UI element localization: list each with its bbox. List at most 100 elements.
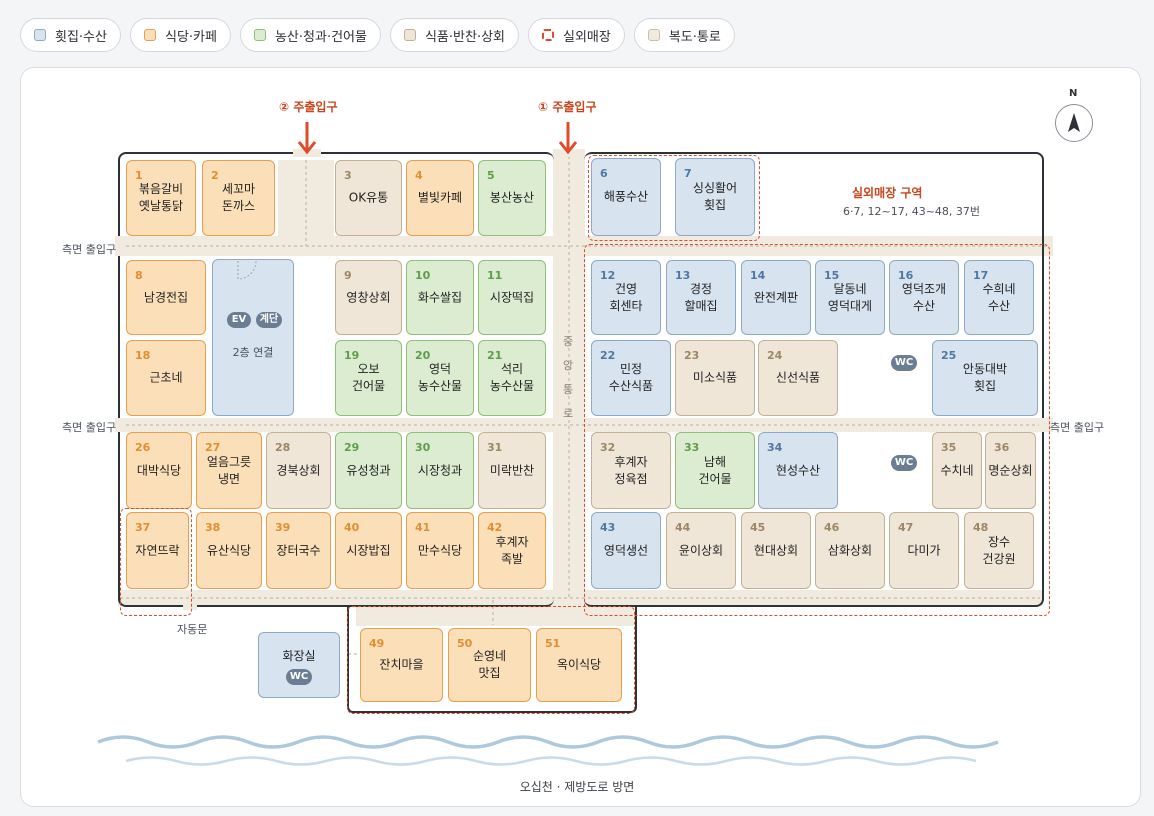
- stall-name: 싱싱활어 횟집: [692, 181, 738, 212]
- stall-name: 봉산농산: [489, 190, 535, 205]
- stall-42[interactable]: 42 후계자 족발: [478, 512, 546, 589]
- stall-50[interactable]: 50 순영네 맛집: [448, 628, 531, 702]
- stall-name: 유산식당: [206, 543, 252, 557]
- stall-16[interactable]: 16 영덕조개 수산: [889, 260, 959, 335]
- stall-name: 삼화상회: [827, 543, 873, 557]
- stall-17[interactable]: 17 수희네 수산: [964, 260, 1034, 335]
- stall-name: 건영 회센타: [609, 281, 643, 313]
- stall-8[interactable]: 8 남경전집: [126, 260, 206, 335]
- stall-21[interactable]: 21 석리 농수산물: [478, 340, 546, 416]
- stall-26[interactable]: 26 대박식당: [126, 432, 192, 509]
- stall-number: 45: [750, 521, 766, 534]
- stall-name: 경북상회: [276, 463, 321, 477]
- stall-number: 28: [275, 441, 291, 454]
- stall-20[interactable]: 20 영덕 농수산물: [406, 340, 474, 416]
- stall-9[interactable]: 9 영창상회: [335, 260, 402, 335]
- stall-23[interactable]: 23 미소식품: [675, 340, 755, 416]
- stall-5[interactable]: 5 봉산농산: [478, 160, 546, 236]
- stall-name: 얼음그릇 냉면: [206, 454, 252, 486]
- stall-28[interactable]: 28 경북상회: [266, 432, 331, 509]
- toilet-block[interactable]: 화장실 WC: [258, 632, 340, 698]
- stall-45[interactable]: 45 현대상회: [741, 512, 811, 589]
- stall-name: 영덕 농수산물: [417, 362, 463, 393]
- stall-15[interactable]: 15 달동네 영덕대게: [815, 260, 885, 335]
- stall-number: 6: [600, 167, 608, 180]
- stall-49[interactable]: 49 잔치마을: [360, 628, 443, 702]
- stall-22[interactable]: 22 민정 수산식품: [591, 340, 671, 416]
- stall-34[interactable]: 34 현성수산: [758, 432, 838, 509]
- stall-number: 47: [898, 521, 914, 534]
- stall-40[interactable]: 40 시장밥집: [335, 512, 402, 589]
- stall-48[interactable]: 48 장수 건강원: [964, 512, 1034, 589]
- stall-number: 44: [675, 521, 691, 534]
- side-gap-left-top: [115, 236, 123, 256]
- stall-number: 35: [941, 441, 957, 454]
- stall-number: 51: [545, 637, 561, 650]
- stall-4[interactable]: 4 별빛카페: [406, 160, 474, 236]
- stall-number: 23: [684, 349, 700, 362]
- stall-39[interactable]: 39 장터국수: [266, 512, 331, 589]
- stall-name: 수치네: [940, 463, 974, 477]
- stall-name: 오보 건어물: [351, 362, 386, 393]
- stall-name: 대박식당: [136, 463, 182, 477]
- stall-43[interactable]: 43 영덕생선: [591, 512, 661, 589]
- stall-name: 민정 수산식품: [608, 362, 654, 393]
- stall-35[interactable]: 35 수치네: [932, 432, 982, 509]
- stall-14[interactable]: 14 완전계판: [741, 260, 811, 335]
- stall-30[interactable]: 30 시장청과: [406, 432, 474, 509]
- stall-29[interactable]: 29 유성청과: [335, 432, 402, 509]
- stall-number: 8: [135, 269, 143, 282]
- stall-11[interactable]: 11 시장떡집: [478, 260, 546, 335]
- stall-name: 자연뜨락: [135, 543, 180, 557]
- stall-36[interactable]: 36 명순상회: [985, 432, 1036, 509]
- stall-number: 10: [415, 269, 431, 282]
- stall-33[interactable]: 33 남해 건어물: [675, 432, 755, 509]
- stall-name: 달동네 영덕대게: [827, 281, 873, 313]
- compass: [1055, 104, 1093, 142]
- stall-1[interactable]: 1 볶음갈비 옛날통닭: [126, 160, 196, 236]
- stall-name: 현대상회: [753, 543, 799, 557]
- stall-number: 39: [275, 521, 291, 534]
- stall-37[interactable]: 37 자연뜨락: [126, 512, 189, 589]
- side-entrance-label-left-mid: 측면 출입구: [62, 421, 117, 434]
- stall-47[interactable]: 47 다미가: [889, 512, 959, 589]
- compass-label: N: [1069, 88, 1078, 99]
- stall-41[interactable]: 41 만수식당: [406, 512, 474, 589]
- stall-38[interactable]: 38 유산식당: [196, 512, 262, 589]
- stall-46[interactable]: 46 삼화상회: [815, 512, 885, 589]
- stall-10[interactable]: 10 화수쌀집: [406, 260, 474, 335]
- stall-32[interactable]: 32 후계자 정육점: [591, 432, 671, 509]
- stall-name: 옥이식당: [556, 657, 602, 672]
- central-corridor-label: 중앙통로: [562, 335, 574, 420]
- stall-number: 42: [487, 521, 503, 534]
- stall-2[interactable]: 2 세꼬마 돈까스: [202, 160, 275, 236]
- stall-name: OK유통: [348, 190, 389, 205]
- stall-44[interactable]: 44 윤이상회: [666, 512, 736, 589]
- elevator-stairs-block[interactable]: EV 계단 2층 연결: [212, 259, 294, 416]
- stall-27[interactable]: 27 얼음그릇 냉면: [196, 432, 262, 509]
- stall-3[interactable]: 3 OK유통: [335, 160, 402, 236]
- stall-6[interactable]: 6 해풍수산: [591, 158, 661, 236]
- stall-7[interactable]: 7 싱싱활어 횟집: [675, 158, 755, 236]
- stall-number: 46: [824, 521, 840, 534]
- stall-number: 18: [135, 349, 151, 362]
- stall-18[interactable]: 18 근초네: [126, 340, 206, 416]
- stall-name: 영덕조개 수산: [901, 281, 947, 313]
- stall-name: 미소식품: [692, 370, 738, 385]
- stall-name: 현성수산: [775, 463, 821, 477]
- stall-name: 근초네: [149, 370, 183, 385]
- auto-door-gap: [183, 602, 197, 610]
- entrance-arrow-2: [297, 122, 317, 155]
- stall-13[interactable]: 13 경정 할매집: [666, 260, 736, 335]
- stall-number: 33: [684, 441, 700, 454]
- stall-name: 장터국수: [276, 543, 321, 557]
- stall-31[interactable]: 31 미락반찬: [478, 432, 546, 509]
- stall-19[interactable]: 19 오보 건어물: [335, 340, 402, 416]
- stall-12[interactable]: 12 건영 회센타: [591, 260, 661, 335]
- stall-name: 세꼬마 돈까스: [221, 182, 256, 213]
- stall-number: 4: [415, 169, 423, 182]
- stall-24[interactable]: 24 신선식품: [758, 340, 838, 416]
- stall-51[interactable]: 51 옥이식당: [536, 628, 622, 702]
- floor-map: ② 주출입구 ① 주출입구 측면 출입구 측면 출입구 측면 출입구 자동문 중…: [0, 0, 1154, 816]
- stall-25[interactable]: 25 안동대박 횟집: [932, 340, 1038, 416]
